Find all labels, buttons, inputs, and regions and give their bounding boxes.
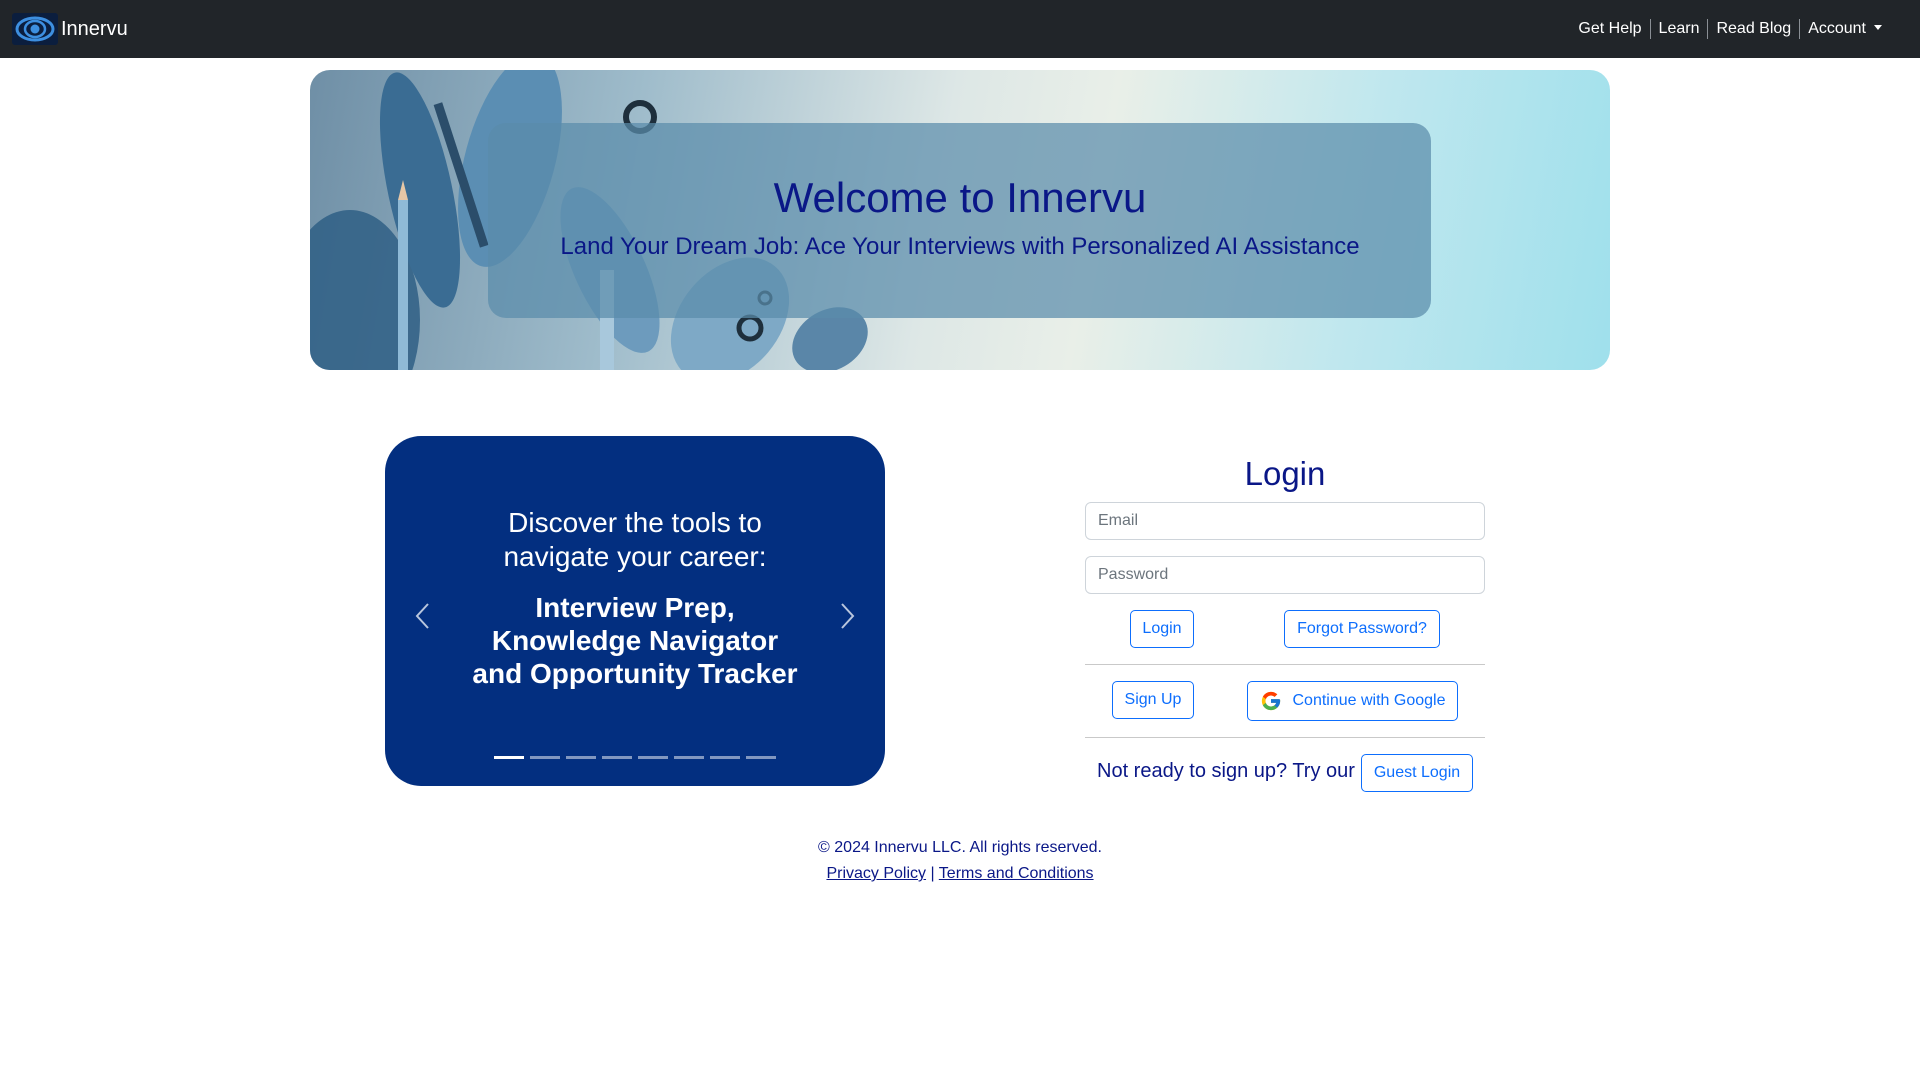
brand-link[interactable]: Innervu	[12, 13, 128, 45]
carousel-indicator[interactable]	[746, 756, 776, 759]
chevron-left-icon	[415, 603, 429, 629]
carousel-indicator[interactable]	[638, 756, 668, 759]
top-navbar: Innervu Get Help Learn Read Blog Account	[0, 0, 1920, 58]
email-field[interactable]	[1085, 502, 1485, 540]
chevron-right-icon	[841, 603, 855, 629]
nav-account-label: Account	[1808, 20, 1866, 37]
carousel-bold-line1: Interview Prep,	[535, 592, 735, 623]
nav-account-dropdown[interactable]: Account	[1799, 19, 1890, 39]
carousel-bold-line2: Knowledge Navigator	[491, 625, 779, 656]
google-login-button[interactable]: Continue with Google	[1247, 681, 1458, 721]
nav-read-blog[interactable]: Read Blog	[1707, 19, 1799, 39]
carousel-indicator[interactable]	[566, 756, 596, 759]
hero-banner: Welcome to Innervu Land Your Dream Job: …	[310, 70, 1610, 370]
hero-subtitle: Land Your Dream Job: Ace Your Interviews…	[560, 233, 1360, 260]
form-divider	[1085, 664, 1485, 665]
footer-links: Privacy Policy | Terms and Conditions	[0, 865, 1920, 883]
carousel-indicator[interactable]	[710, 756, 740, 759]
carousel-indicator[interactable]	[674, 756, 704, 759]
google-icon	[1261, 691, 1280, 711]
google-button-label: Continue with Google	[1292, 692, 1446, 709]
nav-learn[interactable]: Learn	[1649, 19, 1708, 39]
carousel-feature-list: Interview Prep, Knowledge Navigator and …	[385, 591, 885, 690]
caret-down-icon	[1874, 25, 1882, 31]
eye-icon	[12, 13, 58, 45]
guest-login-button[interactable]: Guest Login	[1361, 754, 1473, 792]
privacy-policy-link[interactable]: Privacy Policy	[826, 865, 926, 882]
carousel-prev-button[interactable]	[408, 598, 438, 634]
carousel-indicators	[494, 756, 782, 759]
nav-links: Get Help Learn Read Blog Account	[1570, 0, 1890, 58]
footer-separator: |	[930, 865, 935, 882]
carousel-indicator[interactable]	[602, 756, 632, 759]
carousel-indicator[interactable]	[494, 756, 524, 759]
carousel-indicator[interactable]	[530, 756, 560, 759]
nav-get-help[interactable]: Get Help	[1570, 19, 1649, 39]
guest-prompt: Not ready to sign up? Try our	[1097, 760, 1355, 782]
forgot-password-button[interactable]: Forgot Password?	[1284, 610, 1440, 648]
form-divider-2	[1085, 737, 1485, 738]
carousel-lead-line2: navigate your career:	[503, 541, 767, 572]
login-title: Login	[1244, 455, 1326, 492]
sign-up-button[interactable]: Sign Up	[1112, 681, 1194, 719]
brand-name: Innervu	[61, 17, 128, 40]
feature-carousel: Discover the tools to navigate your care…	[385, 436, 885, 786]
carousel-lead-line1: Discover the tools to	[508, 507, 762, 538]
carousel-bold-line3: and Opportunity Tracker	[472, 658, 798, 689]
carousel-lead-text: Discover the tools to navigate your care…	[385, 506, 885, 574]
carousel-next-button[interactable]	[832, 598, 862, 634]
password-field[interactable]	[1085, 556, 1485, 594]
terms-link[interactable]: Terms and Conditions	[939, 865, 1094, 882]
login-button[interactable]: Login	[1130, 610, 1194, 648]
footer-copyright: © 2024 Innervu LLC. All rights reserved.	[818, 839, 1102, 856]
hero-title: Welcome to Innervu	[773, 174, 1147, 221]
